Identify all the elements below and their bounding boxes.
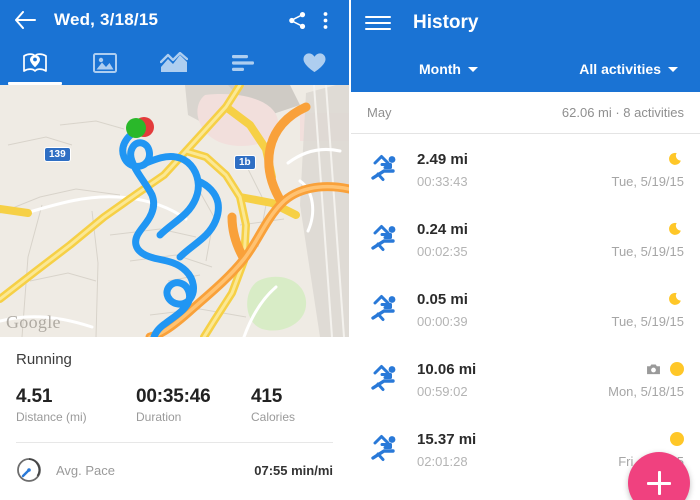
chevron-down-icon [668, 66, 678, 72]
hamburger-menu-icon[interactable] [365, 10, 391, 36]
stat-duration: 00:35:46 Duration [136, 386, 251, 424]
activity-list-item[interactable]: 0.24 mi 00:02:35 Tue, 5/19/15 [351, 204, 700, 274]
activity-distance: 0.24 mi [417, 220, 468, 238]
more-vert-icon[interactable] [311, 5, 339, 35]
activity-meta: Tue, 5/19/15 [611, 290, 684, 329]
activity-date: Tue, 5/19/15 [611, 173, 684, 189]
tab-photos[interactable] [70, 40, 140, 85]
activity-text: 15.37 mi 02:01:28 [417, 430, 476, 469]
running-icon [369, 152, 403, 186]
activity-badges [646, 360, 684, 378]
stat-value: 415 [251, 386, 283, 407]
chevron-down-icon [467, 66, 478, 72]
filter-period-label: Month [419, 61, 461, 77]
camera-icon [647, 363, 660, 374]
activity-distance: 2.49 mi [417, 150, 468, 168]
activity-detail-pane: Wed, 3/18/15 139 1b Google Running 4.51 … [0, 0, 349, 500]
detail-app-bar: Wed, 3/18/15 [0, 0, 349, 40]
running-icon [369, 432, 403, 466]
activity-distance: 10.06 mi [417, 360, 477, 378]
history-filters: Month All activities [351, 46, 700, 92]
history-pane: History Month All activities May 62.06 m… [349, 0, 700, 500]
history-app-bar: History Month All activities [351, 0, 700, 92]
activity-text: 10.06 mi 00:59:02 [417, 360, 476, 399]
detail-title: Wed, 3/18/15 [54, 10, 159, 29]
road-shield-1b: 1b [234, 155, 256, 170]
back-arrow-icon[interactable] [10, 5, 40, 35]
avg-pace-label: Avg. Pace [56, 462, 116, 478]
activity-list-item[interactable]: 0.05 mi 00:00:39 Tue, 5/19/15 [351, 274, 700, 344]
app-root: Wed, 3/18/15 139 1b Google Running 4.51 … [0, 0, 700, 500]
tab-heart[interactable] [279, 40, 349, 85]
activity-text: 2.49 mi 00:33:43 [417, 150, 468, 189]
tab-splits[interactable] [209, 40, 279, 85]
activity-list-item[interactable]: 2.49 mi 00:33:43 Tue, 5/19/15 [351, 134, 700, 204]
start-marker [126, 118, 146, 138]
running-icon [369, 292, 403, 326]
share-icon[interactable] [283, 5, 311, 35]
activity-duration: 00:33:43 [417, 173, 468, 189]
moon-icon [669, 292, 681, 305]
tab-graph[interactable] [140, 40, 210, 85]
moon-icon [669, 222, 681, 235]
route-map[interactable]: 139 1b Google [0, 85, 349, 337]
moon-icon [669, 152, 681, 165]
month-summary: 62.06 mi · 8 activities [561, 105, 684, 120]
activity-duration: 02:01:28 [417, 453, 468, 469]
month-header-row: May 62.06 mi · 8 activities [351, 92, 700, 133]
filter-activity-type-label: All activities [579, 61, 661, 77]
activity-list-item[interactable]: 10.06 mi 00:59:02 Mon, 5/18/15 [351, 344, 700, 414]
avg-pace-row: Avg. Pace 07:55 min/mi [0, 443, 349, 483]
detail-tab-bar [0, 40, 349, 85]
stat-label: Distance (mi) [16, 410, 87, 424]
activity-badges [670, 430, 684, 448]
activity-duration: 00:02:35 [417, 243, 468, 259]
history-app-bar-top: History [351, 0, 700, 46]
activity-duration: 00:00:39 [417, 313, 468, 329]
activity-badges [669, 150, 684, 168]
stat-value: 00:35:46 [136, 386, 211, 407]
speedometer-icon [16, 457, 42, 483]
stat-value: 4.51 [16, 386, 53, 407]
summary-stats: 4.51 Distance (mi) 00:35:46 Duration 415… [16, 386, 333, 424]
activity-list: 2.49 mi 00:33:43 Tue, 5/19/15 0.24 mi 00… [351, 134, 700, 484]
activity-summary: Running 4.51 Distance (mi) 00:35:46 Dura… [0, 337, 349, 443]
activity-distance: 0.05 mi [417, 290, 468, 308]
filter-activity-type[interactable]: All activities [579, 61, 678, 77]
history-title: History [413, 12, 479, 33]
tab-map[interactable] [0, 40, 70, 85]
sun-icon [670, 431, 684, 446]
stat-calories: 415 Calories [251, 386, 295, 424]
activity-meta: Tue, 5/19/15 [611, 220, 684, 259]
running-icon [369, 362, 403, 396]
filter-period[interactable]: Month [419, 61, 478, 77]
activity-date: Tue, 5/19/15 [611, 243, 684, 259]
running-icon [369, 222, 403, 256]
avg-pace-value: 07:55 min/mi [254, 462, 333, 478]
activity-duration: 00:59:02 [417, 383, 468, 399]
stat-distance: 4.51 Distance (mi) [16, 386, 136, 424]
activity-date: Tue, 5/19/15 [611, 313, 684, 329]
activity-text: 0.24 mi 00:02:35 [417, 220, 468, 259]
activity-type-label: Running [16, 351, 72, 368]
activity-distance: 15.37 mi [417, 430, 477, 448]
month-label: May [367, 105, 392, 120]
stat-label: Calories [251, 410, 296, 424]
sun-icon [670, 361, 684, 376]
google-watermark: Google [6, 312, 61, 332]
activity-badges [669, 220, 684, 238]
activity-badges [669, 290, 684, 308]
activity-meta: Tue, 5/19/15 [611, 150, 684, 189]
activity-date: Mon, 5/18/15 [608, 383, 684, 399]
activity-text: 0.05 mi 00:00:39 [417, 290, 468, 329]
stat-label: Duration [136, 410, 182, 424]
activity-meta: Mon, 5/18/15 [608, 360, 684, 399]
road-shield-139: 139 [44, 147, 71, 162]
